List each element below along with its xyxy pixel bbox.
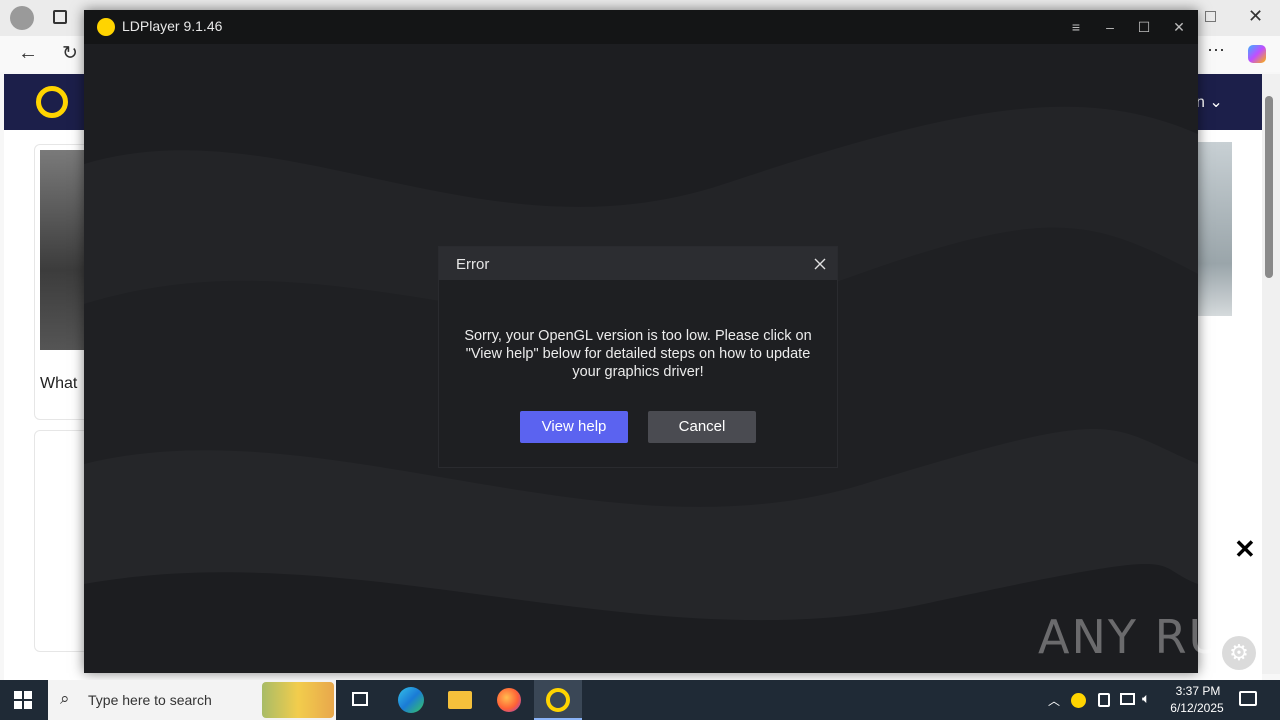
ldplayer-icon[interactable] <box>534 680 582 720</box>
task-view-icon[interactable] <box>340 684 380 716</box>
ldplayer-titlebar[interactable]: LDPlayer 9.1.46 ≡ – ☐ ✕ <box>84 10 1198 44</box>
dialog-header: Error <box>439 247 837 280</box>
dialog-message: Sorry, your OpenGL version is too low. P… <box>464 328 812 380</box>
windows-icon <box>14 691 32 709</box>
cancel-button[interactable]: Cancel <box>648 411 756 443</box>
chevron-down-icon: ⌄ <box>1209 94 1223 111</box>
minimize-icon[interactable]: – <box>1100 17 1120 37</box>
search-placeholder: Type here to search <box>88 692 212 708</box>
back-icon[interactable]: ← <box>18 42 38 65</box>
notifications-icon[interactable] <box>1239 691 1257 706</box>
show-hidden-icons[interactable]: ︿ <box>1048 692 1060 709</box>
browser-close-icon[interactable]: ✕ <box>1248 6 1263 27</box>
copilot-icon[interactable] <box>1248 45 1266 63</box>
menu-icon[interactable]: ≡ <box>1066 17 1086 37</box>
file-explorer-icon[interactable] <box>440 684 480 716</box>
ldplayer-tray-icon[interactable] <box>1071 693 1086 708</box>
ldplayer-site-logo[interactable] <box>36 86 68 118</box>
ad-close-icon[interactable]: ✕ <box>1234 534 1256 565</box>
network-icon[interactable] <box>1120 693 1135 705</box>
error-dialog: Error Sorry, your OpenGL version is too … <box>438 246 838 468</box>
search-icon: ⌕ <box>60 689 70 708</box>
refresh-icon[interactable]: ↻ <box>62 42 78 65</box>
language-dropdown[interactable]: n ⌄ <box>1196 92 1223 112</box>
settings-gear-icon[interactable]: ⚙ <box>1222 636 1256 670</box>
clock-time[interactable]: 3:37 PM <box>1168 684 1228 698</box>
article-title: What <box>40 375 78 392</box>
profile-icon[interactable] <box>10 6 34 30</box>
close-icon[interactable] <box>811 255 829 273</box>
search-decoration <box>262 682 334 718</box>
view-help-button[interactable]: View help <box>520 411 628 443</box>
ldplayer-logo-icon <box>97 18 115 36</box>
taskbar: ⌕ Type here to search ︿ 🔈︎ 3:37 PM 6/12/… <box>0 680 1280 720</box>
article-thumbnail <box>40 150 90 350</box>
volume-icon[interactable]: 🔈︎ <box>1142 690 1150 707</box>
edge-icon[interactable] <box>390 684 430 716</box>
scrollbar-thumb[interactable] <box>1265 96 1273 278</box>
taskbar-search[interactable]: ⌕ Type here to search <box>48 680 336 720</box>
tray-device-icon[interactable] <box>1098 693 1110 707</box>
more-menu-icon[interactable]: ⋯ <box>1207 40 1225 61</box>
start-button[interactable] <box>14 691 32 709</box>
browser-restore-icon[interactable] <box>1205 11 1216 22</box>
clock-date[interactable]: 6/12/2025 <box>1162 701 1232 715</box>
maximize-icon[interactable]: ☐ <box>1134 17 1154 37</box>
dialog-title: Error <box>456 256 490 273</box>
close-icon[interactable]: ✕ <box>1169 17 1189 37</box>
window-title: LDPlayer 9.1.46 <box>122 18 223 34</box>
side-image <box>1198 142 1232 316</box>
firefox-icon[interactable] <box>488 684 528 716</box>
tab-actions-icon[interactable] <box>53 10 67 24</box>
